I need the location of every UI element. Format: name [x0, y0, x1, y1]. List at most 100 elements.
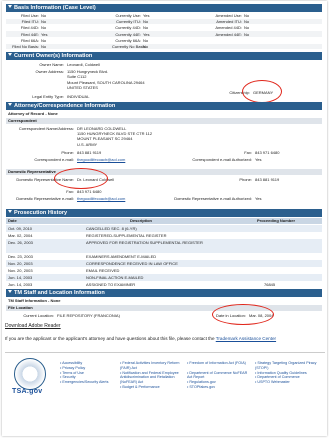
basis-label: Currently 66A:: [115, 37, 141, 43]
basis-value: No: [143, 25, 149, 31]
page: Basis Information (Case Level) Filed Use:…: [0, 0, 329, 438]
footer-logo[interactable]: TSA.gov: [12, 388, 43, 395]
row-date: Nov. 20, 2003: [8, 267, 33, 273]
section-prosecution-history-label: Prosecution History: [14, 210, 68, 216]
basis-value: No: [244, 19, 250, 25]
basis-value: No: [41, 13, 47, 18]
basis-label: Filed Use:: [20, 13, 39, 18]
basis-value: No: [41, 25, 47, 31]
col-description: Description: [130, 218, 153, 223]
basis-label: Filed ITU:: [21, 19, 39, 25]
basis-label: Currently No Basis:: [112, 44, 147, 49]
basis-label: Currently 44D:: [115, 25, 141, 31]
row-proceeding-number: 76845: [264, 281, 276, 287]
basis-label: Amended 44D:: [215, 25, 242, 31]
footer-link[interactable]: • Strategy Targeting Organized Piracy (S…: [255, 361, 321, 371]
dom-phone-label: Phone:: [239, 177, 252, 182]
collapse-triangle-icon[interactable]: [8, 290, 12, 293]
collapse-triangle-icon[interactable]: [8, 210, 12, 213]
owner-address-line: UNITED STATES: [67, 85, 98, 91]
col-date: Date: [8, 218, 17, 223]
basis-value: No: [244, 13, 250, 18]
red-highlight-circle: [212, 304, 274, 325]
red-highlight-circle: [54, 168, 108, 189]
row-bg: [6, 18, 322, 25]
footer-link[interactable]: • STOPfakes.gov: [187, 385, 249, 390]
dom-email-auth-label: Domestic Representative e-mail Authorize…: [174, 196, 252, 201]
basis-label: Currently ITU:: [116, 19, 141, 25]
contact-text: If you are the applicant or the applican…: [5, 336, 323, 342]
uspto-seal-icon: [14, 358, 46, 390]
basis-value: Yes: [143, 31, 150, 37]
section-attorney-info-label: Attorney/Correspondence Information: [14, 103, 116, 109]
basis-value: Yes: [143, 13, 150, 18]
basis-label: Amended 44E:: [215, 31, 242, 37]
correspondent-email-link[interactable]: thegoodlifecoach@aol.com: [77, 157, 125, 162]
document-panel: Basis Information (Case Level) Filed Use:…: [2, 1, 327, 436]
basis-value: No: [41, 44, 47, 49]
current-location: FILE REPOSITORY (FRANCONIA): [57, 313, 120, 318]
collapse-triangle-icon[interactable]: [8, 103, 12, 106]
collapse-triangle-icon[interactable]: [8, 5, 12, 8]
footer-link[interactable]: • Notification and Federal Employee Anti…: [120, 371, 180, 385]
section-attorney-info[interactable]: Attorney/Correspondence Information: [6, 102, 322, 110]
legal-entity-label: Legal Entity Type:: [32, 94, 64, 99]
download-adobe-link[interactable]: Download Adobe Reader: [5, 323, 61, 329]
basis-value: No: [41, 19, 47, 25]
footer-link[interactable]: • Federal Activities Inventory Reform (F…: [120, 361, 180, 371]
fax-label: Fax:: [244, 150, 252, 155]
domestic-rep-heading: Domestic Representative: [6, 169, 322, 175]
correspondent-email-label: Correspondent e-mail:: [34, 157, 74, 162]
section-staff-location[interactable]: TM Staff and Location Information: [6, 289, 322, 297]
owner-address-line: Suite C112: [67, 74, 87, 80]
row-bg: [6, 43, 322, 50]
correspondent-line: U.S. ARMY: [77, 141, 98, 147]
email-authorized: Yes: [255, 157, 262, 162]
owner-address-line: Mount Pleasant, SOUTH CAROLINA 29464: [67, 79, 145, 85]
correspondent-label: Correspondent Name/Address:: [18, 126, 74, 131]
phone-label: Phone:: [61, 150, 74, 155]
basis-label: Amended ITU:: [216, 19, 242, 25]
red-highlight-circle: [242, 80, 282, 103]
basis-label: Filed 44E:: [20, 31, 39, 37]
row-description: ASSIGNED TO EXAMINER: [86, 281, 136, 287]
owner-address-line: 1150 Hungryneck Blvd.: [67, 69, 109, 74]
footer-link[interactable]: • Department of Commerce NoFEAR Act Repo…: [187, 371, 249, 381]
dom-email-auth: Yes: [255, 196, 262, 201]
attorney-of-record: Attorney of Record - None: [8, 111, 58, 116]
row-date: Mar. 02, 2004: [8, 232, 33, 238]
basis-label: Filed 66A:: [20, 37, 39, 43]
dom-phone: 843 881 9119: [255, 177, 280, 182]
footer-link[interactable]: • USPTO Webmaster: [255, 380, 321, 385]
tac-link[interactable]: Trademark Assistance Center: [216, 336, 276, 341]
dom-email-link[interactable]: thegoodlifecoach@aol.com: [77, 196, 125, 201]
section-staff-location-label: TM Staff and Location Information: [14, 290, 105, 296]
row-date: Nov. 20, 2003: [8, 260, 33, 266]
footer-link[interactable]: • Freedom of Information Act (FOIA): [187, 361, 249, 366]
section-prosecution-history[interactable]: Prosecution History: [6, 209, 322, 217]
footer-link[interactable]: • Emergencies/Security Alerts: [60, 380, 120, 385]
section-owner-info[interactable]: Current Owner(s) Information: [6, 52, 322, 60]
row-date: Dec. 26, 2003: [8, 239, 33, 245]
row-description: EXAMINERS AMENDMENT E-MAILED: [86, 253, 157, 259]
basis-label: Currently Use:: [115, 13, 141, 18]
basis-value: No: [143, 37, 149, 43]
owner-name: Leonardi, Coldwell: [67, 62, 100, 67]
row-description: APPROVED FOR REGISTRATION SUPPLEMENTAL R…: [86, 239, 203, 245]
row-date: Dec. 23, 2003: [8, 253, 33, 259]
collapse-triangle-icon[interactable]: [8, 53, 12, 56]
contact-sentence: If you are the applicant or the applican…: [5, 336, 215, 341]
basis-value: No: [41, 37, 47, 43]
row-bg: [6, 31, 322, 37]
basis-value: Yes: [41, 31, 48, 37]
basis-value: No: [143, 44, 149, 49]
row-date: Oct. 09, 2010: [8, 225, 33, 231]
basis-label: Currently 44E:: [115, 31, 141, 37]
owner-address-label: Owner Address:: [35, 69, 64, 74]
footer-link[interactable]: • Budget & Performance: [120, 385, 180, 390]
owner-name-label: Owner Name:: [39, 62, 64, 67]
basis-label: Filed 44D:: [20, 25, 39, 31]
section-basis-info[interactable]: Basis Information (Case Level): [6, 4, 322, 12]
correspondent-heading: Correspondent: [6, 118, 322, 124]
file-location-heading: File Location: [6, 305, 322, 311]
